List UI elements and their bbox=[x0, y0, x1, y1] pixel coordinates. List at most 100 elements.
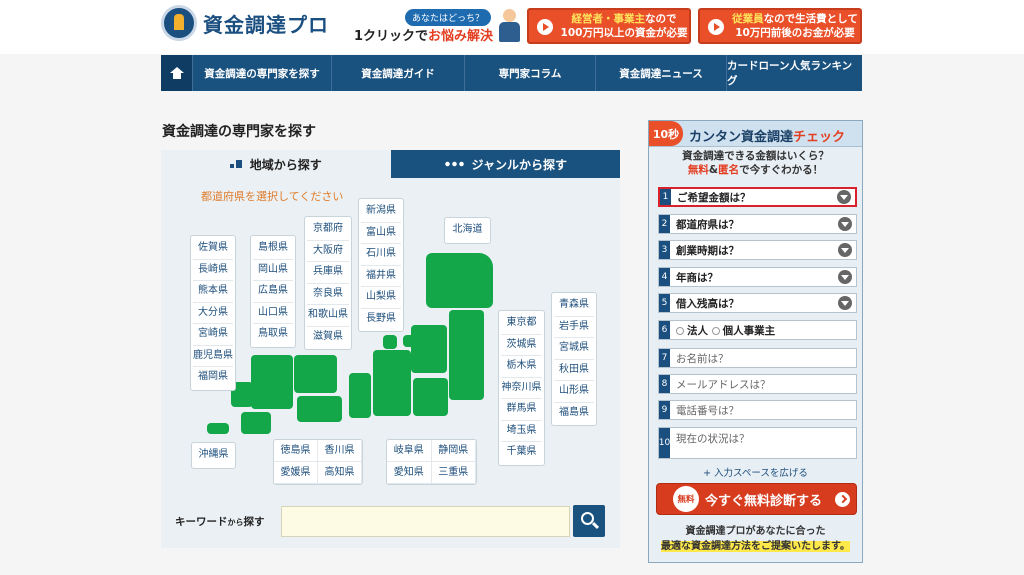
pref-shiga[interactable]: 滋賀県 bbox=[307, 327, 349, 348]
pref-okayama[interactable]: 岡山県 bbox=[253, 260, 293, 281]
field-num: 8 bbox=[659, 375, 670, 393]
nav-news[interactable]: 資金調達ニュース bbox=[596, 55, 727, 91]
pref-nagano[interactable]: 長野県 bbox=[361, 309, 401, 330]
pref-toyama[interactable]: 富山県 bbox=[361, 223, 401, 244]
pref-fukushima[interactable]: 福島県 bbox=[554, 403, 594, 424]
business-owner-banner[interactable]: 経営者・事業主なので 100万円以上の資金が必要 bbox=[527, 8, 691, 44]
map-chugoku[interactable] bbox=[251, 355, 293, 409]
map-noto[interactable] bbox=[403, 335, 415, 347]
pref-oita[interactable]: 大分県 bbox=[193, 303, 233, 324]
field-num: 7 bbox=[659, 349, 670, 367]
pref-hyogo[interactable]: 兵庫県 bbox=[307, 262, 349, 284]
expand-input-link[interactable]: + 入力スペースを広げる bbox=[649, 465, 862, 479]
map-chubu[interactable] bbox=[373, 350, 411, 416]
pref-tottori[interactable]: 鳥取県 bbox=[253, 324, 293, 345]
pref-shizuoka[interactable]: 静岡県 bbox=[431, 440, 476, 462]
nav-guide[interactable]: 資金調達ガイド bbox=[332, 55, 465, 91]
pref-chiba[interactable]: 千葉県 bbox=[501, 442, 542, 463]
tab-genre-label: ジャンルから探す bbox=[471, 157, 567, 172]
pref-yamaguchi[interactable]: 山口県 bbox=[253, 303, 293, 324]
pref-kagoshima[interactable]: 鹿児島県 bbox=[193, 346, 233, 367]
map-sado[interactable] bbox=[383, 335, 397, 349]
keyword-input[interactable] bbox=[281, 506, 570, 537]
radio-sole-proprietor[interactable] bbox=[711, 326, 720, 335]
field-num: 5 bbox=[659, 294, 670, 312]
pref-kochi[interactable]: 高知県 bbox=[318, 462, 362, 484]
pref-aichi[interactable]: 愛知県 bbox=[387, 462, 432, 484]
nav-find-expert[interactable]: 資金調達の専門家を探す bbox=[193, 55, 332, 91]
email-input[interactable]: 8 メールアドレスは？ bbox=[658, 374, 857, 394]
play-icon bbox=[708, 19, 724, 35]
pref-kanagawa[interactable]: 神奈川県 bbox=[501, 378, 542, 399]
pref-saitama[interactable]: 埼玉県 bbox=[501, 421, 542, 442]
employee-banner[interactable]: 従業員なので生活費として 10万円前後のお金が必要 bbox=[698, 8, 862, 44]
prefecture-select[interactable]: 2 都道府県は？ bbox=[658, 214, 857, 234]
pref-hokkaido[interactable]: 北海道 bbox=[447, 220, 488, 241]
free-diagnosis-button[interactable]: 無料 今すぐ無料診断する bbox=[656, 483, 857, 515]
founded-select[interactable]: 3 創業時期は？ bbox=[658, 240, 857, 260]
founded-label: 創業時期は？ bbox=[676, 244, 739, 257]
pref-mie[interactable]: 三重県 bbox=[431, 462, 476, 484]
home-icon bbox=[169, 67, 184, 79]
map-okinawa[interactable] bbox=[207, 423, 229, 434]
pref-ibaraki[interactable]: 茨城県 bbox=[501, 335, 542, 356]
chevron-down-icon bbox=[838, 217, 852, 231]
map-hokkaido[interactable] bbox=[426, 253, 493, 308]
map-tohoku[interactable] bbox=[449, 310, 484, 400]
pref-wakayama[interactable]: 和歌山県 bbox=[307, 305, 349, 327]
pref-gifu[interactable]: 岐阜県 bbox=[387, 440, 432, 462]
site-logo[interactable]: 資金調達プロ bbox=[161, 5, 329, 41]
keyword-search-button[interactable] bbox=[573, 505, 605, 537]
pref-okinawa[interactable]: 沖縄県 bbox=[194, 445, 233, 466]
map-shikoku[interactable] bbox=[297, 396, 342, 422]
pref-ishikawa[interactable]: 石川県 bbox=[361, 244, 401, 266]
pref-kyoto[interactable]: 京都府 bbox=[307, 219, 349, 241]
map-kyushu[interactable] bbox=[241, 412, 271, 434]
pref-kagawa[interactable]: 香川県 bbox=[318, 440, 362, 462]
map-kanto[interactable] bbox=[413, 378, 448, 416]
map-kinki[interactable] bbox=[349, 373, 371, 418]
widget-footer-2: 最適な資金調達方法をご提案いたします。 bbox=[649, 537, 862, 552]
pref-osaka[interactable]: 大阪府 bbox=[307, 241, 349, 262]
pref-kumamoto[interactable]: 熊本県 bbox=[193, 281, 233, 303]
pref-niigata[interactable]: 新潟県 bbox=[361, 201, 401, 223]
map-kinki-west[interactable] bbox=[294, 355, 337, 393]
nav-home[interactable] bbox=[161, 55, 193, 91]
pref-ehime[interactable]: 愛媛県 bbox=[274, 462, 318, 484]
pref-hiroshima[interactable]: 広島県 bbox=[253, 281, 293, 303]
pref-saga[interactable]: 佐賀県 bbox=[193, 238, 233, 260]
tab-region[interactable]: 地域から探す bbox=[161, 150, 391, 178]
revenue-select[interactable]: 4 年商は？ bbox=[658, 267, 857, 287]
amount-select[interactable]: 1 ご希望金額は？ bbox=[658, 187, 857, 207]
status-textarea[interactable]: 10 現在の状況は？ bbox=[658, 427, 857, 459]
radio-corporation[interactable] bbox=[676, 326, 684, 335]
cta-label: 今すぐ無料診断する bbox=[705, 493, 823, 509]
pref-akita[interactable]: 秋田県 bbox=[554, 360, 594, 381]
logo-mark-icon bbox=[161, 5, 197, 41]
pref-aomori[interactable]: 青森県 bbox=[554, 295, 594, 317]
pref-nagasaki[interactable]: 長崎県 bbox=[193, 260, 233, 281]
widget-title: カンタン資金調達チェック bbox=[689, 126, 845, 145]
tab-genre[interactable]: ジャンルから探す bbox=[390, 150, 620, 178]
pref-tokyo[interactable]: 東京都 bbox=[501, 313, 542, 335]
pref-iwate[interactable]: 岩手県 bbox=[554, 317, 594, 338]
debt-select[interactable]: 5 借入残高は？ bbox=[658, 293, 857, 313]
pref-tochigi[interactable]: 栃木県 bbox=[501, 356, 542, 378]
pref-shimane[interactable]: 島根県 bbox=[253, 238, 293, 260]
name-input[interactable]: 7 お名前は？ bbox=[658, 348, 857, 368]
nav-column[interactable]: 専門家コラム bbox=[465, 55, 596, 91]
pref-tokushima[interactable]: 徳島県 bbox=[274, 440, 318, 462]
pref-yamagata[interactable]: 山形県 bbox=[554, 381, 594, 403]
pref-nara[interactable]: 奈良県 bbox=[307, 284, 349, 305]
pref-miyagi[interactable]: 宮城県 bbox=[554, 338, 594, 360]
pref-fukuoka[interactable]: 福岡県 bbox=[193, 367, 233, 388]
phone-input[interactable]: 9 電話番号は？ bbox=[658, 400, 857, 420]
pref-miyazaki[interactable]: 宮崎県 bbox=[193, 324, 233, 346]
pref-gunma[interactable]: 群馬県 bbox=[501, 399, 542, 421]
field-num: 10 bbox=[659, 428, 670, 458]
pref-yamanashi[interactable]: 山梨県 bbox=[361, 287, 401, 309]
nav-ranking[interactable]: カードローン人気ランキング bbox=[727, 55, 862, 91]
pref-fukui[interactable]: 福井県 bbox=[361, 266, 401, 287]
kyushu-group: 佐賀県 長崎県 熊本県 大分県 宮崎県 鹿児島県 福岡県 bbox=[190, 235, 236, 391]
map-hokuriku[interactable] bbox=[411, 325, 447, 373]
